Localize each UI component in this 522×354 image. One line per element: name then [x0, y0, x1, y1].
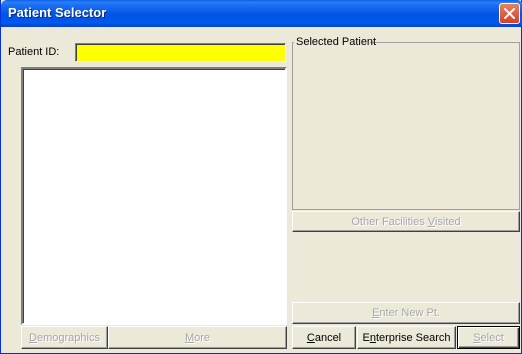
- other-facilities-visited-button[interactable]: Other Facilities Visited: [292, 211, 520, 232]
- more-button[interactable]: More: [108, 326, 287, 349]
- button-label-post: terprise Search: [375, 331, 451, 344]
- button-label-post: ancel: [314, 331, 342, 344]
- button-label-key: D: [29, 331, 37, 344]
- close-icon: [504, 8, 515, 19]
- close-button[interactable]: [499, 3, 520, 24]
- button-label-post: elect: [480, 331, 504, 344]
- button-label-post: ore: [194, 331, 211, 344]
- patient-id-input[interactable]: [75, 43, 286, 62]
- button-label-key: S: [473, 331, 481, 344]
- button-label-key: V: [427, 215, 435, 228]
- selected-patient-legend: Selected Patient: [296, 36, 377, 48]
- patient-id-label: Patient ID:: [8, 46, 60, 58]
- group-border: [292, 42, 294, 43]
- button-label-key: C: [306, 331, 315, 344]
- button-label-post: isited: [434, 215, 461, 228]
- demographics-button[interactable]: Demographics: [21, 326, 108, 349]
- patient-selector-window: Patient Selector Patient ID: Selected Pa…: [0, 0, 522, 354]
- enter-new-pt-button[interactable]: Enter New Pt.: [292, 302, 520, 324]
- group-border: [370, 42, 520, 43]
- cancel-button[interactable]: Cancel: [292, 326, 356, 349]
- button-label-pre: E: [362, 331, 370, 344]
- button-label-pre: Other Facilities: [351, 215, 428, 228]
- selected-patient-group: [292, 42, 520, 210]
- button-label-post: emographics: [36, 331, 100, 344]
- enterprise-search-button[interactable]: Enterprise Search: [357, 326, 456, 349]
- button-label-post: nter New Pt.: [379, 307, 440, 319]
- select-button[interactable]: Select: [457, 326, 520, 349]
- patient-list[interactable]: [21, 67, 287, 325]
- window-title: Patient Selector: [8, 5, 107, 20]
- button-label-key: M: [184, 331, 195, 344]
- title-bar[interactable]: Patient Selector: [1, 0, 522, 27]
